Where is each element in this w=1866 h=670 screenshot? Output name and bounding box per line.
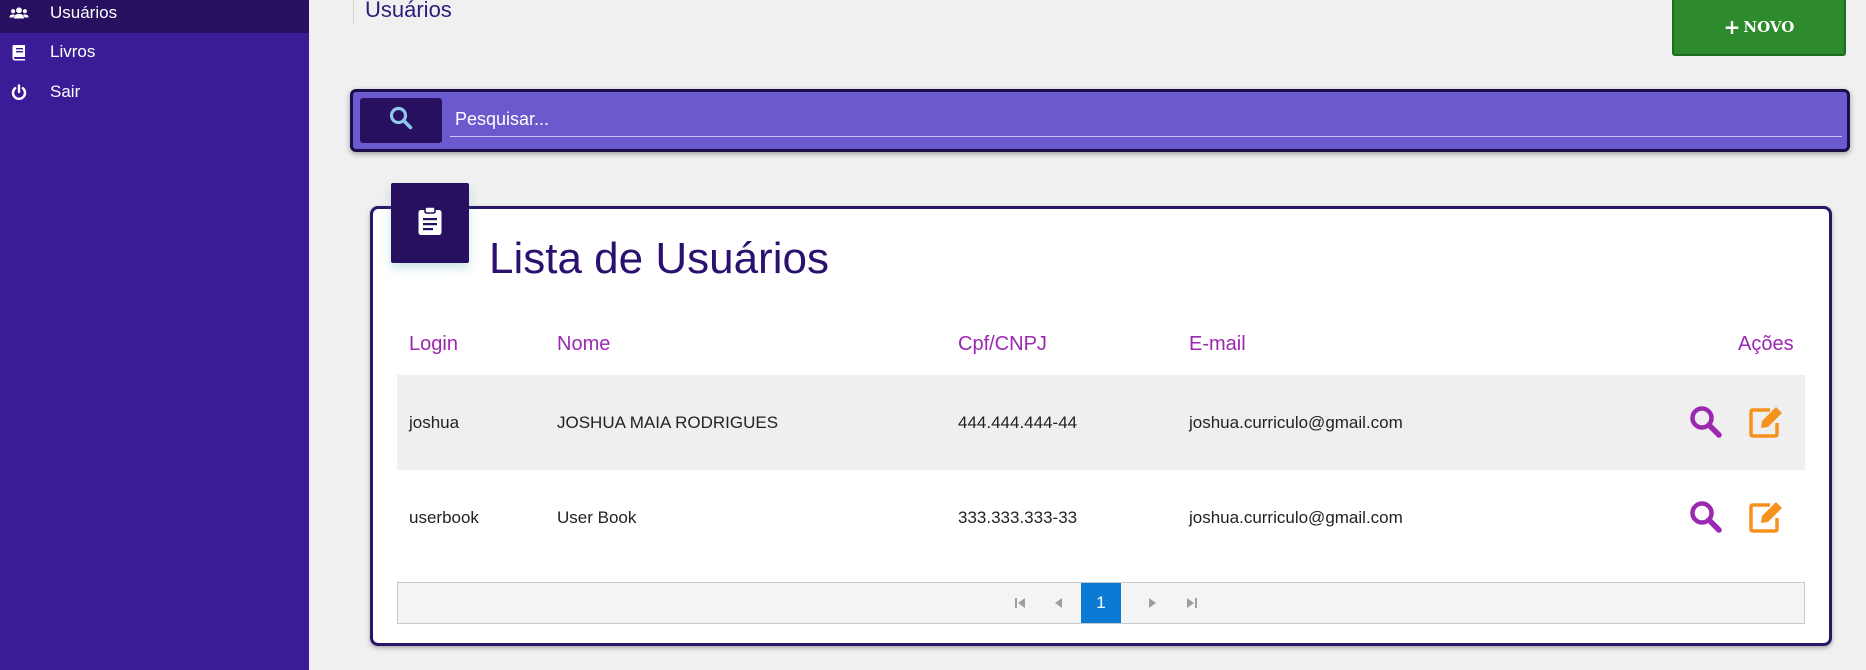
cell-email: joshua.curriculo@gmail.com	[1189, 413, 1403, 432]
header-divider	[353, 0, 354, 24]
cell-cpf: 333.333.333-33	[958, 508, 1078, 527]
sidebar-item-label: Livros	[50, 42, 96, 61]
power-icon	[9, 82, 29, 102]
search-icon	[1690, 501, 1722, 533]
column-header-acoes: Ações	[1738, 333, 1794, 355]
sidebar-item-label: Usuários	[50, 3, 118, 22]
table-row: joshua JOSHUA MAIA RODRIGUES 444.444.444…	[397, 375, 1805, 470]
search-icon	[389, 106, 413, 135]
last-page-button[interactable]	[1179, 583, 1205, 623]
first-page-icon	[1015, 598, 1025, 608]
column-header-nome: Nome	[557, 333, 611, 355]
next-page-icon	[1149, 598, 1156, 608]
column-header-cpf: Cpf/CNPJ	[958, 333, 1047, 355]
column-header-email: E-mail	[1189, 333, 1246, 355]
view-button[interactable]	[1686, 402, 1726, 442]
users-icon	[9, 3, 29, 23]
view-button[interactable]	[1686, 497, 1726, 537]
search-icon	[1690, 406, 1722, 438]
column-header-login: Login	[409, 333, 458, 355]
table-row: userbook User Book 333.333.333-33 joshua…	[397, 470, 1805, 565]
last-page-icon	[1187, 598, 1197, 608]
page-number[interactable]: 1	[1081, 583, 1121, 623]
first-page-button[interactable]	[1007, 583, 1033, 623]
sidebar-item-livros[interactable]: Livros	[0, 32, 309, 72]
search-bar	[350, 89, 1850, 152]
search-input[interactable]	[450, 103, 1842, 137]
prev-page-icon	[1055, 598, 1062, 608]
card-title: Lista de Usuários	[489, 234, 829, 283]
sidebar-item-label: Sair	[50, 82, 81, 101]
cell-email: joshua.curriculo@gmail.com	[1189, 508, 1403, 527]
search-button[interactable]	[360, 98, 442, 143]
clipboard-icon-box	[391, 183, 469, 263]
sidebar-item-sair[interactable]: Sair	[0, 72, 309, 112]
cell-login: joshua	[409, 413, 460, 432]
cell-login: userbook	[409, 508, 479, 527]
page-title: Usuários	[365, 0, 452, 22]
sidebar: Usuários Livros Sair	[0, 0, 309, 670]
pagination: 1	[397, 582, 1805, 624]
clipboard-icon	[417, 205, 443, 241]
edit-icon	[1749, 502, 1782, 533]
edit-icon	[1749, 407, 1782, 438]
new-button[interactable]: + NOVO	[1672, 0, 1846, 56]
next-page-button[interactable]	[1139, 583, 1165, 623]
book-icon	[9, 42, 29, 62]
sidebar-item-usuarios[interactable]: Usuários	[0, 0, 309, 33]
new-button-label: NOVO	[1743, 18, 1795, 36]
edit-button[interactable]	[1747, 497, 1787, 537]
prev-page-button[interactable]	[1046, 583, 1072, 623]
cell-cpf: 444.444.444-44	[958, 413, 1078, 432]
edit-button[interactable]	[1747, 402, 1787, 442]
cell-nome: JOSHUA MAIA RODRIGUES	[557, 413, 779, 432]
plus-icon: +	[1723, 15, 1741, 39]
cell-nome: User Book	[557, 508, 637, 527]
